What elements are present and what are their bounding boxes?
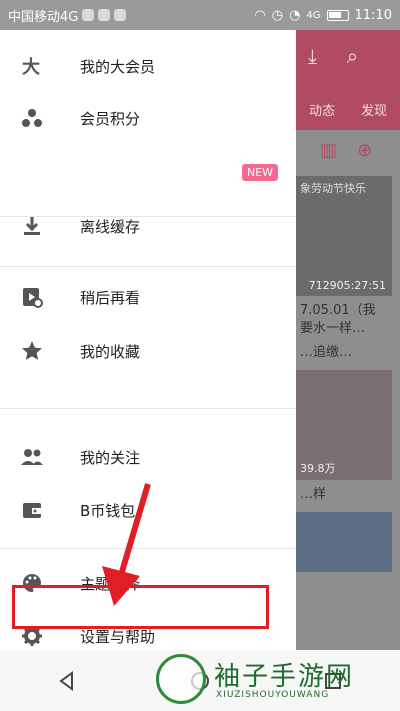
status-right: ◠ ◷ ◔ 4G 11:10 — [254, 8, 392, 23]
back-icon — [58, 670, 73, 691]
back-button[interactable] — [47, 661, 87, 701]
menu-item-label: 离线缓存 — [80, 217, 141, 236]
menu-item-label: 我的关注 — [80, 448, 141, 467]
download-icon[interactable]: ⤓ — [308, 44, 317, 68]
watermark-logo — [156, 654, 206, 704]
status-bar: 中国移动4G ◠ ◷ ◔ 4G 11:10 — [0, 0, 400, 30]
menu-item-following[interactable]: 我的关注 — [0, 434, 296, 480]
menu-item-label: 稍后再看 — [80, 288, 141, 307]
wallet-icon — [18, 496, 46, 524]
video-card-caption: 象劳动节快乐 — [300, 182, 366, 195]
network-label: 4G — [306, 9, 321, 21]
headset-icon: ◠ — [254, 7, 266, 23]
video-card-thumbnail[interactable]: 39.8万 — [296, 370, 392, 480]
menu-item-vip[interactable]: 大 我的大会员 — [0, 43, 296, 89]
notification-icon — [82, 9, 95, 21]
watermark-subtitle: XIUZISHOUYOUWANG — [216, 690, 330, 700]
menu-item-favorites[interactable]: 我的收藏 — [0, 328, 296, 374]
highlight-box — [12, 585, 269, 629]
new-badge: NEW — [242, 164, 279, 181]
status-left: 中国移动4G — [8, 6, 127, 25]
watermark: 袖子手游网 XIUZISHOUYOUWANG — [156, 650, 396, 710]
rank-icon[interactable]: ▥ — [320, 140, 337, 161]
video-card-thumbnail[interactable] — [296, 512, 392, 572]
divider — [0, 408, 296, 409]
background-tabs: 动态 发现 — [296, 100, 400, 119]
video-card-subtitle: …追缴… — [300, 345, 353, 360]
video-card-thumbnail[interactable]: 象劳动节快乐 712905:27:51 — [296, 176, 392, 296]
divider — [0, 548, 296, 549]
background-toolbar: ⤓ ⌕ 动态 发现 — [296, 30, 400, 130]
menu-item-label: 会员积分 — [80, 109, 141, 128]
time-label: 11:10 — [354, 7, 392, 23]
watermark-title: 袖子手游网 — [214, 662, 355, 692]
menu-item-label: 我的大会员 — [80, 57, 156, 76]
menu-item-wallet[interactable]: B币钱包 — [0, 487, 296, 533]
app-icon — [98, 9, 111, 21]
video-card-meta: 39.8万 — [300, 462, 336, 475]
people-icon — [18, 443, 46, 471]
watch-later-icon — [18, 283, 46, 311]
tab-dynamics[interactable]: 动态 — [309, 100, 335, 119]
carrier-label: 中国移动4G — [8, 9, 79, 25]
background-app: ⤓ ⌕ 动态 发现 ▥ ⊕ 象劳动节快乐 712905:27:51 7.05.0… — [296, 30, 400, 650]
video-card-title: …样 — [300, 487, 327, 502]
menu-item-label: 我的收藏 — [80, 342, 141, 361]
video-card-meta: 712905:27:51 — [308, 279, 386, 292]
menu-item-watch-later[interactable]: 稍后再看 — [0, 274, 296, 320]
points-icon — [18, 104, 46, 132]
search-icon[interactable]: ⌕ — [347, 44, 358, 68]
download-icon — [18, 212, 46, 240]
app-icon — [114, 9, 127, 21]
wifi-icon: ◔ — [289, 7, 301, 23]
video-card-title: 7.05.01（我 要水一样… — [300, 303, 376, 336]
menu-item-offline-cache[interactable]: 离线缓存 — [0, 203, 296, 249]
clock-icon: ◷ — [271, 7, 284, 23]
navigation-drawer: 大 我的大会员 会员积分 NEW 离线缓存 稍后再看 我的收藏 我的关注 B币钱… — [0, 30, 296, 650]
menu-item-points[interactable]: 会员积分 — [0, 95, 296, 141]
vip-icon: 大 — [18, 52, 46, 80]
svg-text:大: 大 — [22, 56, 40, 77]
background-subbar: ▥ ⊕ — [296, 130, 400, 170]
battery-icon — [326, 9, 349, 21]
star-icon — [18, 337, 46, 365]
add-icon[interactable]: ⊕ — [357, 140, 372, 161]
tab-discover[interactable]: 发现 — [361, 100, 387, 119]
menu-item-label: B币钱包 — [80, 501, 136, 520]
divider — [0, 266, 296, 267]
